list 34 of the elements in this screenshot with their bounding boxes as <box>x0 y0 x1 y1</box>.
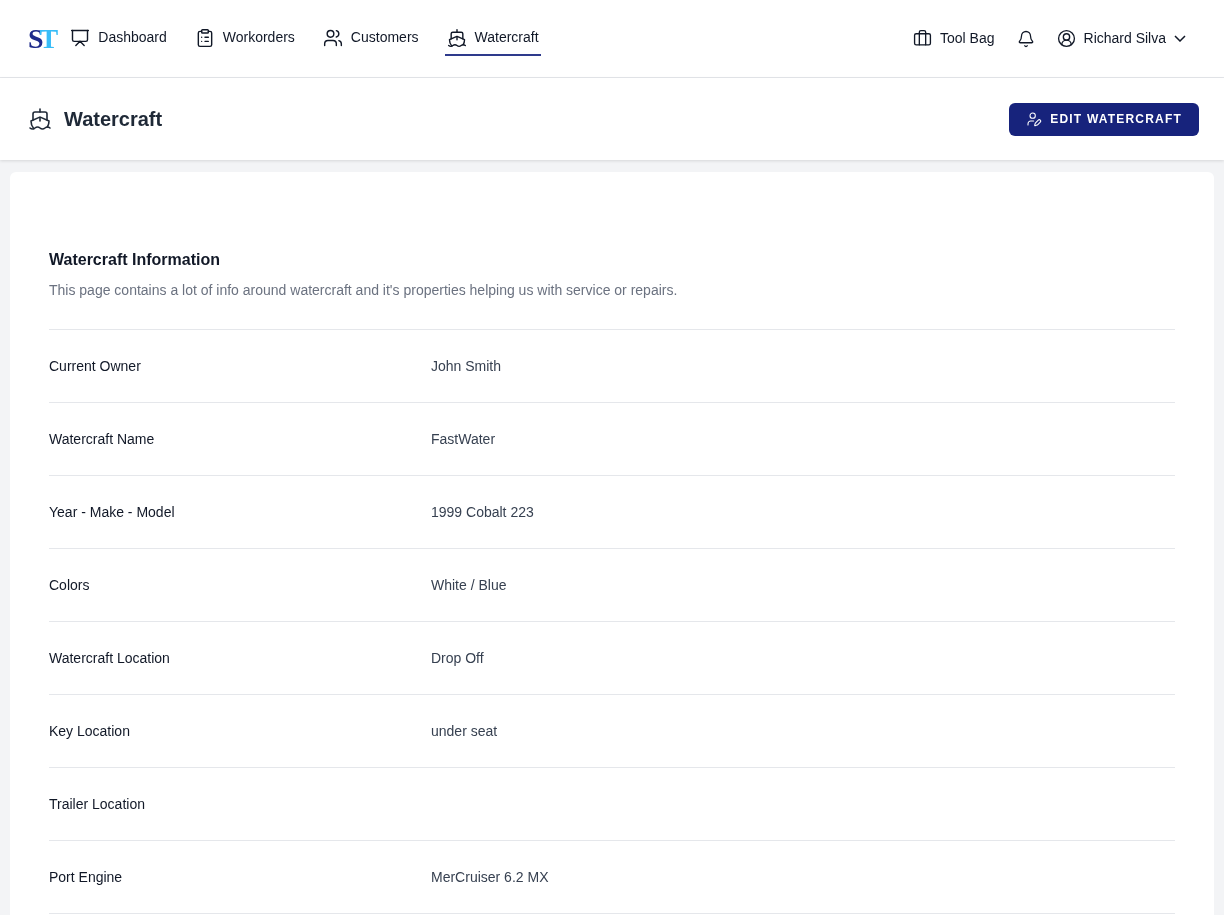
section-description: This page contains a lot of info around watercraft and it's properties helping us with service or repairs. <box>49 280 1175 330</box>
ship-icon <box>446 27 467 48</box>
field-value: White / Blue <box>431 575 507 595</box>
field-label: Watercraft Name <box>49 429 156 449</box>
user-menu[interactable]: Richard Silva <box>1056 28 1186 49</box>
presentation-chart-icon <box>70 27 91 48</box>
logo[interactable]: ST <box>28 24 59 53</box>
field-value: MerCruiser 6.2 MX <box>431 867 549 887</box>
notifications-icon[interactable] <box>1016 29 1035 48</box>
field-value: Drop Off <box>431 648 484 668</box>
nav-link[interactable]: Watercraft <box>444 21 541 56</box>
edit-watercraft-button[interactable]: EDIT WATERCRAFT <box>1009 102 1199 136</box>
field-label: Watercraft Location <box>49 648 171 668</box>
people-icon <box>322 27 343 48</box>
field-value: John Smith <box>431 356 502 376</box>
field-value: FastWater <box>431 429 496 449</box>
nav-link[interactable]: Workorders <box>192 21 297 56</box>
nav-link[interactable]: Dashboard <box>68 21 169 56</box>
field-label: Year - Make - Model <box>49 502 176 522</box>
ship-icon <box>28 107 52 131</box>
chevron-down-icon <box>1174 35 1186 42</box>
nav-link[interactable]: Customers <box>320 21 421 56</box>
field-label: Port Engine <box>49 867 124 887</box>
user-edit-icon <box>1026 111 1043 127</box>
field-value: under seat <box>431 721 498 741</box>
user-avatar-icon <box>1056 29 1076 48</box>
tool-bag-link[interactable]: Tool Bag <box>913 28 995 49</box>
page-title: Watercraft <box>64 107 163 132</box>
section-title: Watercraft Information <box>49 250 221 270</box>
field-label: Colors <box>49 575 91 595</box>
field-label: Current Owner <box>49 356 142 376</box>
field-label: Trailer Location <box>49 794 146 814</box>
field-value: 1999 Cobalt 223 <box>431 502 534 522</box>
field-label: Key Location <box>49 721 131 741</box>
